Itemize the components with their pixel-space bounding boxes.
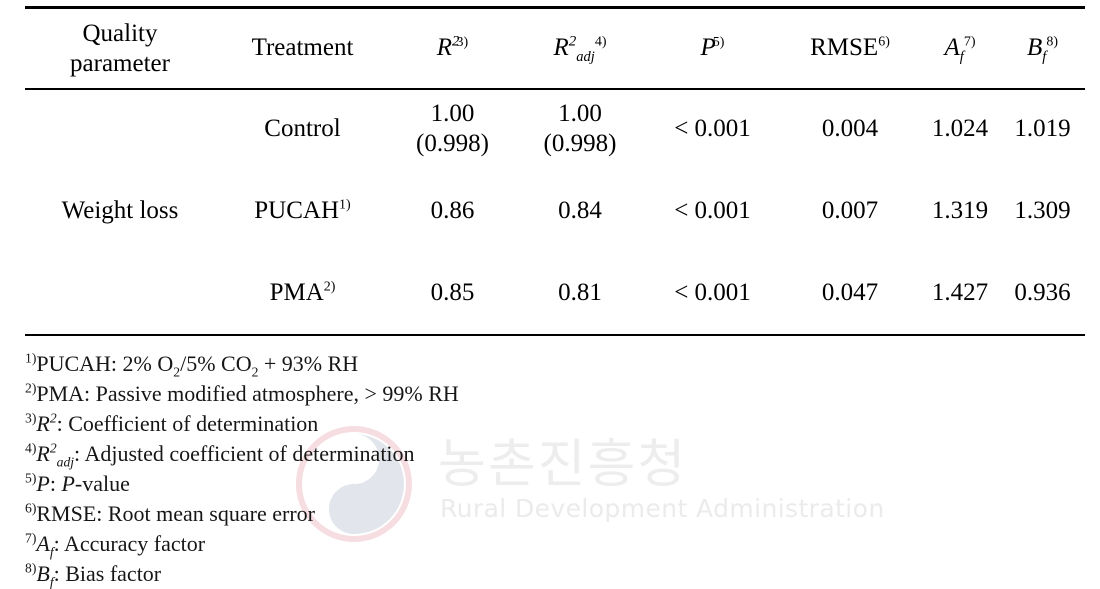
cell-bias-factor: 1.309 (1014, 196, 1071, 224)
r2-value-paren: (0.998) (416, 130, 489, 157)
quality-parameter-line2: parameter (70, 49, 170, 77)
cell-treatment: Control (215, 88, 390, 170)
quality-parameter-line1: Quality (82, 20, 158, 47)
cell-treatment: PMA2) (215, 252, 390, 334)
treatment-name: PMA (269, 278, 324, 306)
footnote-8-text: : Bias factor (53, 561, 162, 586)
column-header-quality-parameter: Quality parameter (25, 9, 215, 88)
footnote-1-abbr: PUCAH: (36, 351, 118, 376)
footnote-4: 4)R2adj: Adjusted coefficient of determi… (25, 439, 1075, 469)
cell-r-squared: 1.00 (0.998) (390, 88, 515, 170)
footnote-6-marker: 6) (25, 500, 37, 516)
af-footnote-marker: 7) (963, 34, 976, 50)
footnotes-block: 1)PUCAH: 2% O2/5% CO2 + 93% RH 2)PMA: Pa… (25, 349, 1075, 589)
footnote-1-text-c: + 93% RH (258, 351, 359, 376)
bf-footnote-marker: 8) (1046, 34, 1058, 50)
cell-p-value: < 0.001 (674, 196, 751, 224)
rmse-footnote-marker: 6) (878, 34, 890, 50)
cell-accuracy-factor: 1.319 (931, 196, 989, 224)
footnote-6-text: RMSE: Root mean square error (36, 501, 315, 526)
cell-r-squared-adjusted: 0.84 (558, 196, 602, 224)
column-header-bias-factor: Bf8) (1000, 9, 1085, 88)
footnote-5: 5)P: P-value (25, 469, 1075, 499)
footnote-2-marker: 2) (25, 380, 37, 396)
footnote-4-symbol: R (36, 441, 50, 466)
p-footnote-marker: 5) (712, 34, 725, 50)
cell-r-squared-adjusted: 0.81 (558, 278, 602, 306)
column-header-treatment: Treatment (215, 9, 390, 88)
footnote-8: 8)Bf: Bias factor (25, 559, 1075, 589)
footnote-3-marker: 3) (25, 410, 37, 426)
column-header-r-squared-adjusted: R2adj4) (515, 9, 645, 88)
treatment-name: PUCAH (254, 196, 340, 224)
table-header-row: Quality parameter Treatment R23) R2adj4) (25, 9, 1085, 88)
cell-p-value: < 0.001 (674, 278, 751, 306)
r2adj-footnote-marker: 4) (594, 34, 607, 50)
r2adj-power: 2 (568, 33, 577, 50)
cell-accuracy-factor: 1.024 (931, 114, 989, 142)
footnote-4-text: : Adjusted coefficient of determination (74, 441, 415, 466)
table-row: Weight loss Control 1.00 (0.998) 1.00 (0… (25, 88, 1085, 224)
cell-r-squared: 0.86 (430, 196, 475, 224)
footnote-7-symbol: A (36, 531, 50, 556)
cell-p-value: < 0.001 (674, 114, 751, 142)
footnote-1-marker: 1) (25, 350, 37, 366)
cell-treatment: PUCAH1) (215, 170, 390, 252)
footnote-2: 2)PMA: Passive modified atmosphere, > 99… (25, 379, 1075, 409)
footnote-4-subscript: adj (56, 454, 75, 470)
footnote-3-power: 2 (49, 410, 57, 426)
r2-footnote-marker: 3) (456, 34, 469, 50)
footnote-4-marker: 4) (25, 440, 37, 456)
r2-symbol: R (436, 34, 453, 62)
footnote-1: 1)PUCAH: 2% O2/5% CO2 + 93% RH (25, 349, 1075, 379)
r2adj-value: 1.00 (558, 99, 602, 127)
column-header-accuracy-factor: Af7) (920, 9, 1000, 88)
r2adj-symbol: R (553, 34, 569, 62)
footnote-4-power: 2 (49, 440, 57, 456)
cell-bias-factor: 0.936 (1014, 278, 1071, 306)
footnote-1-text-a: 2% O (122, 351, 174, 376)
footnote-7-text: : Accuracy factor (53, 531, 206, 556)
r2-value: 1.00 (430, 99, 475, 127)
column-header-r-squared: R23) (390, 9, 515, 88)
rmse-symbol: RMSE (810, 34, 879, 62)
bf-subscript: f (1042, 49, 1047, 66)
footnote-1-text-b: /5% CO (180, 351, 252, 376)
treatment-label: Treatment (251, 34, 354, 62)
treatment-name: Control (264, 114, 341, 142)
cell-rmse: 0.004 (821, 114, 879, 142)
treatment-footnote-marker: 2) (323, 279, 336, 295)
footnote-5-text-tail: -value (74, 471, 130, 496)
footnote-7: 7)Af: Accuracy factor (25, 529, 1075, 559)
r2adj-subscript: adj (576, 49, 595, 66)
footnote-3: 3)R2: Coefficient of determination (25, 409, 1075, 439)
footnote-5-marker: 5) (25, 470, 37, 486)
footnote-3-text: : Coefficient of determination (56, 411, 319, 436)
treatment-footnote-marker: 1) (339, 197, 351, 213)
footnote-2-text: PMA: Passive modified atmosphere, > 99% … (36, 381, 459, 406)
column-header-rmse: RMSE6) (780, 9, 920, 88)
footnote-5-symbol: P (36, 471, 50, 496)
af-subscript: f (959, 49, 964, 66)
cell-r-squared: 0.85 (430, 278, 475, 306)
cell-rmse: 0.007 (821, 196, 879, 224)
table-bottom-rule (25, 334, 1085, 336)
footnote-3-symbol: R (36, 411, 50, 436)
cell-r-squared-adjusted: 1.00 (0.998) (515, 88, 645, 170)
cell-rmse: 0.047 (821, 278, 879, 306)
column-header-p-value: P5) (645, 9, 780, 88)
cell-accuracy-factor: 1.427 (931, 278, 989, 306)
cell-bias-factor: 1.019 (1014, 114, 1071, 142)
footnote-5-text: : (49, 471, 62, 496)
footnote-5-italic-tail: P (61, 471, 75, 496)
bf-symbol: B (1027, 34, 1043, 62)
row-group-label-weight-loss: Weight loss (61, 196, 179, 224)
footnote-7-marker: 7) (25, 530, 37, 546)
footnote-6: 6)RMSE: Root mean square error (25, 499, 1075, 529)
footnote-8-symbol: B (36, 561, 50, 586)
r2adj-value-paren: (0.998) (543, 130, 617, 157)
footnote-8-marker: 8) (25, 560, 37, 576)
af-symbol: A (944, 34, 960, 62)
